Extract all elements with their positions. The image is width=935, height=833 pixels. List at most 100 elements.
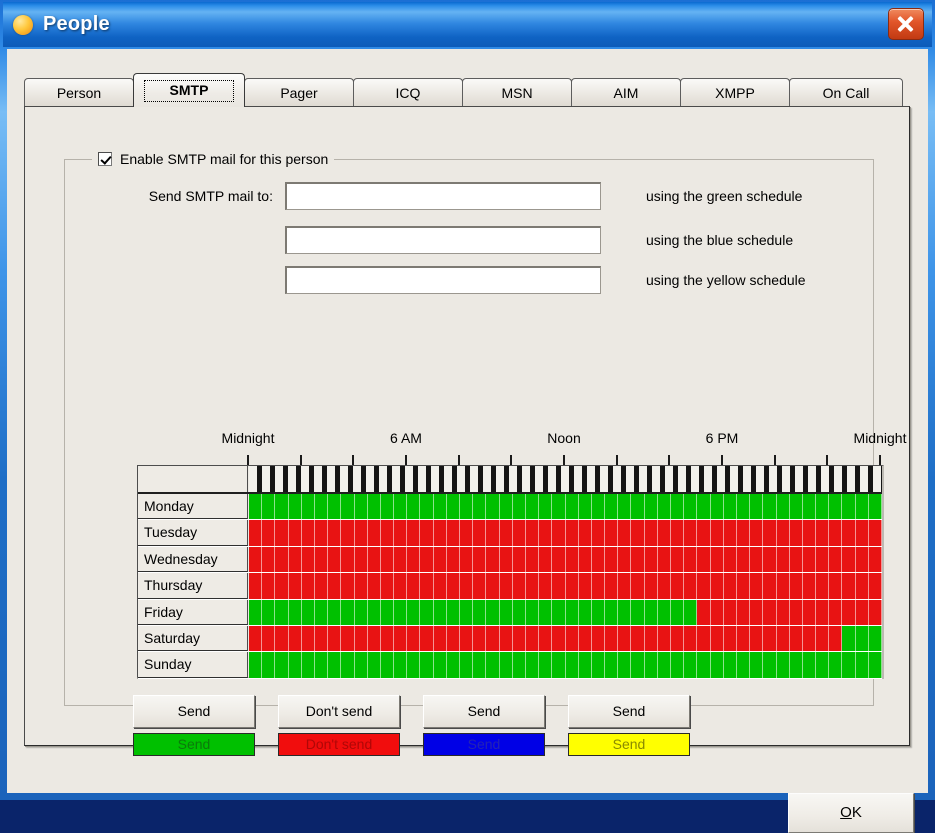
schedule-slot[interactable] <box>842 625 856 652</box>
schedule-slot[interactable] <box>288 573 302 599</box>
schedule-slot[interactable] <box>789 546 803 573</box>
schedule-slot[interactable] <box>460 520 474 546</box>
schedule-slot[interactable] <box>512 599 526 625</box>
schedule-slot[interactable] <box>789 520 803 546</box>
schedule-slot[interactable] <box>591 652 606 678</box>
schedule-slot[interactable] <box>605 625 619 652</box>
schedule-slot[interactable] <box>499 652 513 678</box>
tab-icq[interactable]: ICQ <box>353 78 463 107</box>
schedule-slot[interactable] <box>433 546 447 573</box>
schedule-slot[interactable] <box>552 652 566 678</box>
schedule-slot[interactable] <box>407 494 421 520</box>
schedule-slot[interactable] <box>394 599 408 625</box>
schedule-slot[interactable] <box>802 573 817 599</box>
schedule-slot[interactable] <box>855 520 869 546</box>
schedule-slot[interactable] <box>697 599 711 625</box>
schedule-slot[interactable] <box>671 573 685 599</box>
schedule-slot[interactable] <box>684 573 698 599</box>
schedule-slot[interactable] <box>578 652 592 678</box>
schedule-slot[interactable] <box>301 494 315 520</box>
schedule-slot[interactable] <box>723 652 737 678</box>
schedule-slot[interactable] <box>301 625 315 652</box>
schedule-slot[interactable] <box>618 573 632 599</box>
close-icon[interactable] <box>888 8 924 40</box>
schedule-slot[interactable] <box>842 652 856 678</box>
schedule-slot[interactable] <box>499 573 513 599</box>
schedule-slot[interactable] <box>671 494 685 520</box>
schedule-slot[interactable] <box>565 625 579 652</box>
schedule-slot[interactable] <box>367 546 381 573</box>
schedule-slot[interactable] <box>763 494 777 520</box>
schedule-slot[interactable] <box>512 625 526 652</box>
schedule-slot[interactable] <box>736 573 751 599</box>
schedule-grid[interactable]: Monday Tuesday Wednesday Thursday Friday Satu… <box>137 465 884 679</box>
schedule-slot[interactable] <box>697 520 711 546</box>
schedule-slot[interactable] <box>288 546 302 573</box>
schedule-slot[interactable] <box>288 599 302 625</box>
schedule-slot[interactable] <box>460 625 474 652</box>
schedule-slot[interactable] <box>842 599 856 625</box>
schedule-slot[interactable] <box>552 546 566 573</box>
day-slots[interactable] <box>249 599 882 625</box>
schedule-slot[interactable] <box>552 520 566 546</box>
schedule-slot[interactable] <box>407 625 421 652</box>
schedule-slot[interactable] <box>605 494 619 520</box>
schedule-slot[interactable] <box>473 520 487 546</box>
schedule-slot[interactable] <box>802 599 817 625</box>
schedule-slot[interactable] <box>301 520 315 546</box>
schedule-slot[interactable] <box>750 494 764 520</box>
schedule-slot[interactable] <box>473 494 487 520</box>
schedule-slot[interactable] <box>816 573 830 599</box>
schedule-slot[interactable] <box>644 599 658 625</box>
schedule-slot[interactable] <box>394 573 408 599</box>
schedule-slot[interactable] <box>433 494 447 520</box>
schedule-slot[interactable] <box>407 599 421 625</box>
schedule-slot[interactable] <box>354 652 368 678</box>
schedule-slot[interactable] <box>301 652 315 678</box>
legend-button-2[interactable]: Send <box>423 695 545 728</box>
schedule-slot[interactable] <box>776 494 790 520</box>
smtp-mail-blue-input[interactable] <box>285 226 601 254</box>
schedule-slot[interactable] <box>605 546 619 573</box>
schedule-slot[interactable] <box>262 546 276 573</box>
schedule-slot[interactable] <box>723 625 737 652</box>
smtp-mail-green-input[interactable] <box>285 182 601 210</box>
schedule-slot[interactable] <box>684 494 698 520</box>
schedule-slot[interactable] <box>723 520 737 546</box>
schedule-slot[interactable] <box>341 494 355 520</box>
schedule-slot[interactable] <box>671 520 685 546</box>
schedule-slot[interactable] <box>288 520 302 546</box>
schedule-slot[interactable] <box>407 573 421 599</box>
schedule-slot[interactable] <box>684 520 698 546</box>
schedule-slot[interactable] <box>657 599 671 625</box>
schedule-slot[interactable] <box>433 625 447 652</box>
schedule-slot[interactable] <box>539 573 553 599</box>
schedule-slot[interactable] <box>380 599 395 625</box>
schedule-slot[interactable] <box>684 625 698 652</box>
schedule-slot[interactable] <box>446 520 460 546</box>
schedule-slot[interactable] <box>367 520 381 546</box>
schedule-slot[interactable] <box>591 625 606 652</box>
schedule-slot[interactable] <box>591 546 606 573</box>
schedule-slot[interactable] <box>829 599 843 625</box>
schedule-slot[interactable] <box>816 520 830 546</box>
schedule-slot[interactable] <box>750 599 764 625</box>
schedule-slot[interactable] <box>354 546 368 573</box>
schedule-slot[interactable] <box>868 652 882 678</box>
day-slots[interactable] <box>249 546 882 573</box>
schedule-slot[interactable] <box>433 573 447 599</box>
schedule-slot[interactable] <box>525 546 540 573</box>
schedule-slot[interactable] <box>657 520 671 546</box>
schedule-row[interactable]: Tuesday <box>138 520 882 547</box>
schedule-slot[interactable] <box>644 494 658 520</box>
schedule-slot[interactable] <box>288 625 302 652</box>
schedule-slot[interactable] <box>249 625 263 652</box>
schedule-slot[interactable] <box>328 520 342 546</box>
schedule-slot[interactable] <box>301 573 315 599</box>
schedule-slot[interactable] <box>631 494 645 520</box>
schedule-slot[interactable] <box>552 625 566 652</box>
schedule-slot[interactable] <box>394 520 408 546</box>
day-slots[interactable] <box>249 494 882 520</box>
schedule-slot[interactable] <box>433 652 447 678</box>
schedule-row[interactable]: Wednesday <box>138 546 882 574</box>
